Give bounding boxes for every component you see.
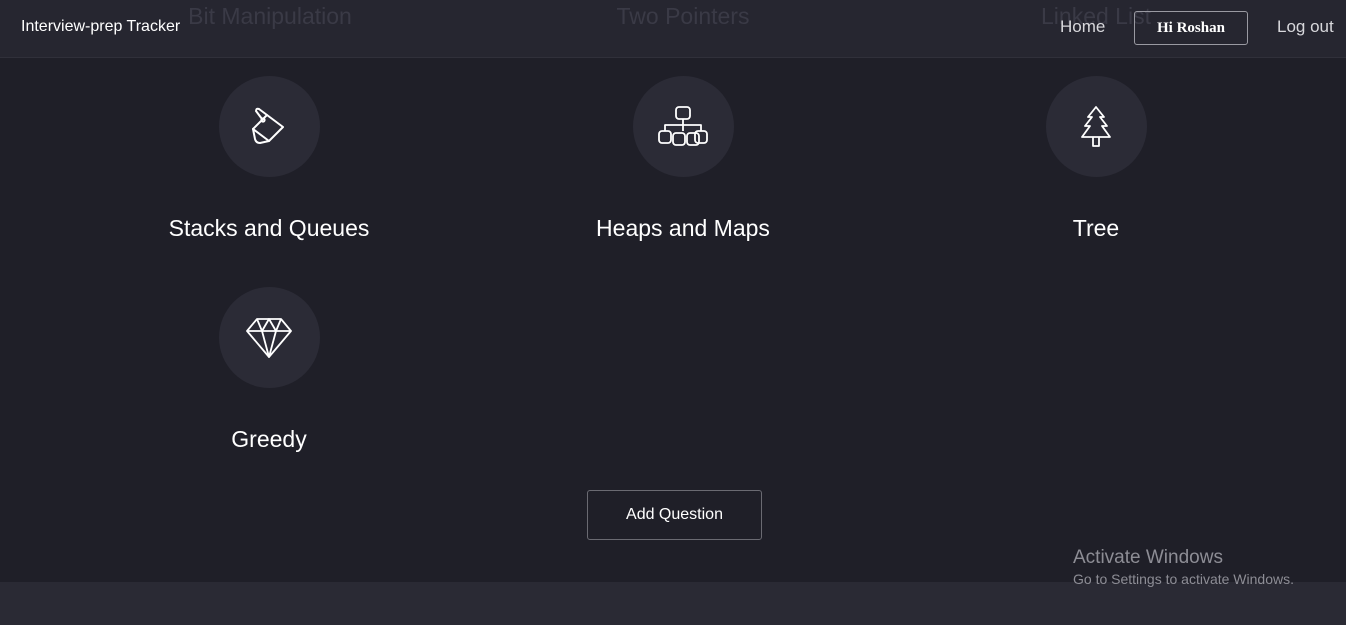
topic-card-tree[interactable]: Tree <box>946 76 1246 242</box>
nav-logout-link[interactable]: Log out <box>1277 17 1334 37</box>
paint-bucket-icon <box>252 107 284 144</box>
icon-circle <box>1045 76 1147 177</box>
icon-circle <box>218 76 320 177</box>
diamond-icon <box>246 317 292 358</box>
add-question-button[interactable]: Add Question <box>587 490 762 540</box>
topic-card-greedy[interactable]: Greedy <box>119 287 419 453</box>
nav-home-link[interactable]: Home <box>1060 17 1105 37</box>
icon-circle <box>632 76 734 177</box>
topic-label: Tree <box>1072 215 1120 241</box>
navbar: Bit Manipulation Two Pointers Linked Lis… <box>0 0 1346 58</box>
topic-card-stacks-queues[interactable]: Stacks and Queues <box>119 76 419 242</box>
faded-topic-heading: Two Pointers <box>616 3 750 29</box>
topic-label: Heaps and Maps <box>596 215 770 241</box>
hierarchy-icon <box>658 105 708 146</box>
brand-link[interactable]: Interview-prep Tracker <box>21 18 180 36</box>
footer <box>0 582 1346 625</box>
icon-circle <box>218 287 320 388</box>
faded-topic-heading: Bit Manipulation <box>188 3 352 29</box>
topic-card-heaps-maps[interactable]: Heaps and Maps <box>533 76 833 242</box>
activate-windows-watermark: Activate Windows Go to Settings to activ… <box>1073 547 1294 587</box>
pine-tree-icon <box>1081 105 1111 147</box>
topic-label: Stacks and Queues <box>168 215 370 241</box>
user-greeting-button[interactable]: Hi Roshan <box>1134 11 1248 45</box>
topic-label: Greedy <box>231 426 307 452</box>
watermark-subtitle: Go to Settings to activate Windows. <box>1073 571 1294 587</box>
watermark-title: Activate Windows <box>1073 547 1223 568</box>
